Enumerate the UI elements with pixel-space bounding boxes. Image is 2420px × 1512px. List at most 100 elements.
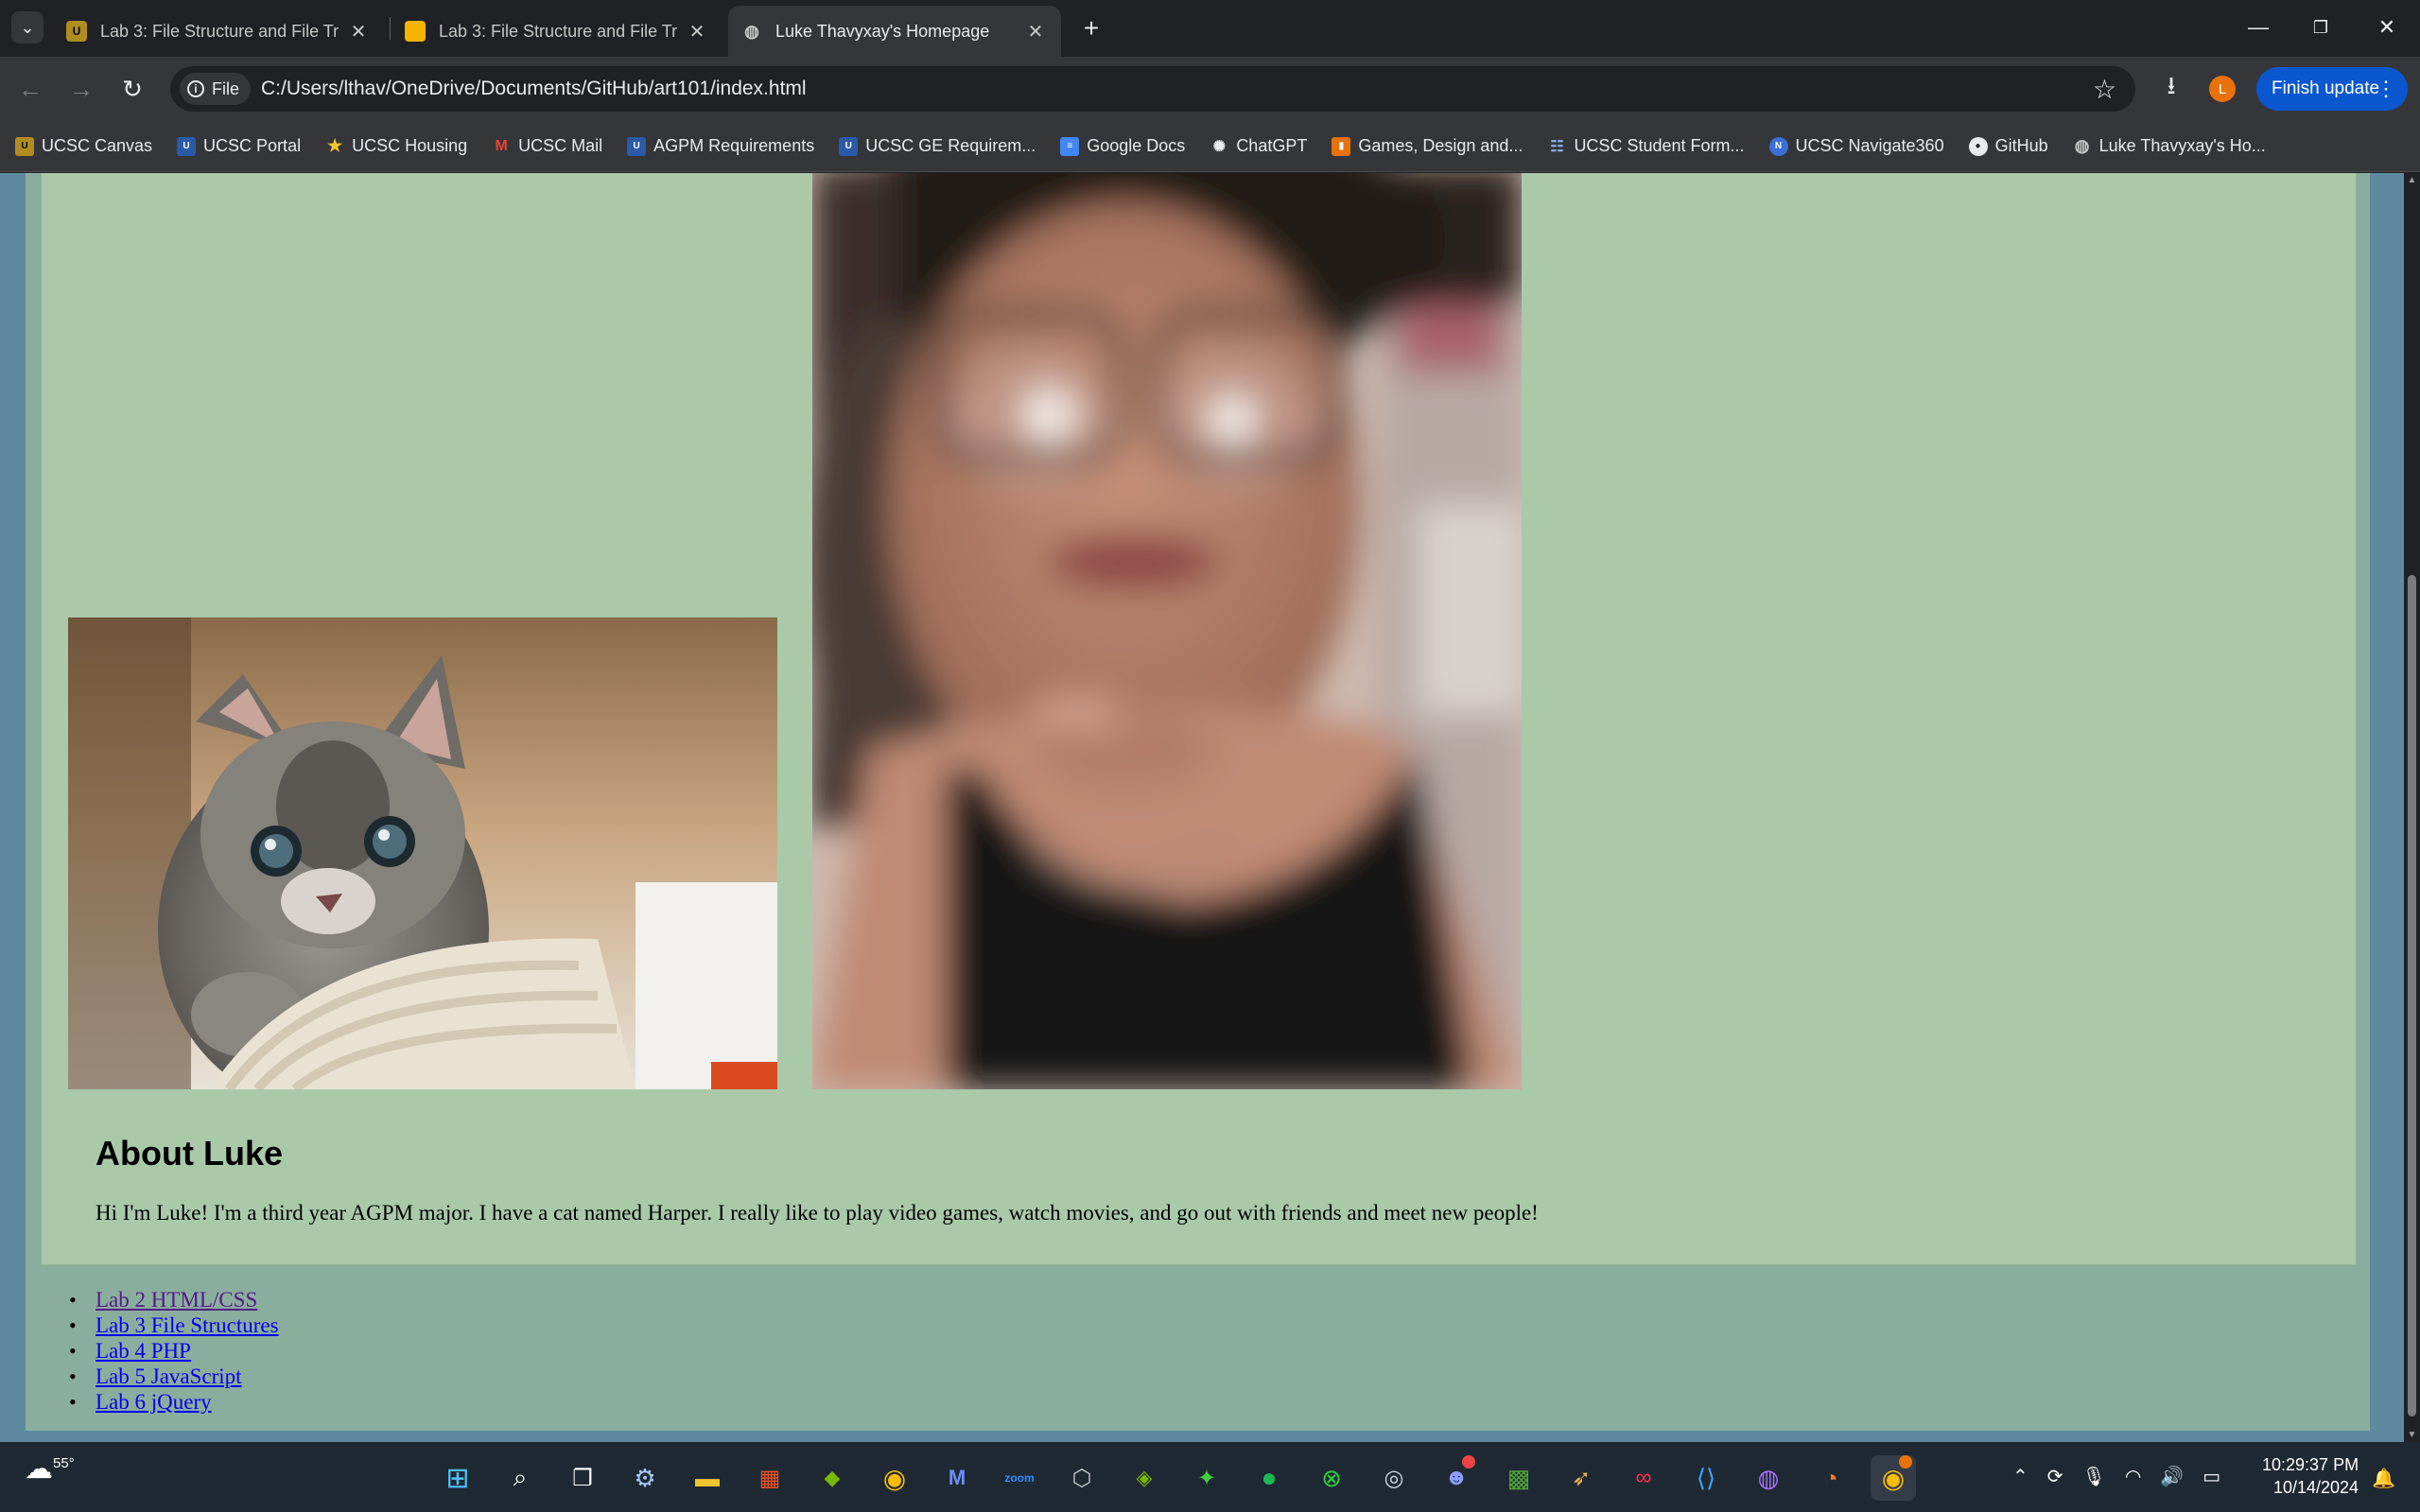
close-icon[interactable]: ✕ bbox=[685, 19, 709, 43]
bookmark-label: UCSC Portal bbox=[203, 136, 302, 155]
bookmark-ucsc-housing[interactable]: ★ UCSC Housing bbox=[325, 136, 467, 156]
back-button[interactable]: ← bbox=[11, 70, 49, 108]
bookmark-google-docs[interactable]: ≡ Google Docs bbox=[1060, 136, 1185, 156]
chrome-icon[interactable]: ◉ bbox=[872, 1455, 917, 1501]
scroll-up-icon[interactable]: ▲ bbox=[2404, 175, 2420, 185]
site-info-label: File bbox=[212, 78, 240, 98]
task-view-icon[interactable]: ❐ bbox=[560, 1455, 605, 1501]
bookmark-luke-homepage[interactable]: ◍ Luke Thavyxay's Ho... bbox=[2073, 136, 2266, 156]
address-bar[interactable]: i File C:/Users/lthav/OneDrive/Documents… bbox=[170, 66, 2135, 112]
tab-homepage[interactable]: ◍ Luke Thavyxay's Homepage ✕ bbox=[728, 6, 1061, 57]
bookmark-label: UCSC Navigate360 bbox=[1795, 136, 1944, 155]
kitten-photo bbox=[68, 617, 777, 1089]
restore-button[interactable]: ❐ bbox=[2292, 8, 2349, 47]
tab-lab3-canvas[interactable]: U Lab 3: File Structure and File Tra ✕ bbox=[53, 6, 384, 57]
clock-time: 10:29:37 PM bbox=[2262, 1455, 2359, 1474]
bookmark-ucsc-canvas[interactable]: U UCSC Canvas bbox=[15, 136, 152, 156]
ucsc-icon: U bbox=[627, 136, 647, 156]
link-lab3[interactable]: Lab 3 File Structures bbox=[96, 1313, 279, 1337]
github-desktop-icon[interactable]: ◍ bbox=[1746, 1455, 1791, 1501]
steam-icon[interactable]: ◎ bbox=[1371, 1455, 1417, 1501]
bookmark-label: GitHub bbox=[1994, 136, 2048, 155]
xbox-icon[interactable]: ⊗ bbox=[1309, 1455, 1354, 1501]
minecraft-icon[interactable]: ▩ bbox=[1496, 1455, 1541, 1501]
zoom-icon[interactable]: zoom bbox=[997, 1455, 1042, 1501]
tab-lab3-slides[interactable]: Lab 3: File Structure and File Tra ✕ bbox=[392, 6, 723, 57]
github-icon: ● bbox=[1968, 136, 1988, 156]
scroll-down-icon[interactable]: ▼ bbox=[2404, 1430, 2420, 1440]
content-card: About Luke Hi I'm Luke! I'm a third year… bbox=[41, 173, 2357, 1265]
info-icon: i bbox=[187, 80, 204, 97]
ucsc-icon: U bbox=[177, 136, 197, 156]
chrome-icon[interactable]: ◉ bbox=[1871, 1455, 1916, 1501]
notification-bell-icon[interactable]: 🔔 bbox=[2372, 1467, 2395, 1490]
scrollbar-thumb[interactable] bbox=[2408, 575, 2416, 1416]
profile-avatar[interactable]: L bbox=[2209, 76, 2236, 102]
link-lab4[interactable]: Lab 4 PHP bbox=[96, 1339, 191, 1363]
bookmark-label: ChatGPT bbox=[1236, 136, 1308, 155]
microsoft-store-icon[interactable]: ▦ bbox=[747, 1455, 792, 1501]
microphone-icon[interactable]: 🎙 bbox=[2082, 1465, 2106, 1488]
search-icon[interactable]: ⌕ bbox=[497, 1455, 543, 1501]
app-icon[interactable]: M bbox=[934, 1455, 980, 1501]
bookmark-ucsc-navigate360[interactable]: N UCSC Navigate360 bbox=[1768, 136, 1944, 156]
tab-search-button[interactable]: ⌄ bbox=[11, 11, 44, 43]
file-explorer-icon[interactable]: ▬ bbox=[685, 1455, 730, 1501]
blender-icon[interactable]: ◔ bbox=[1808, 1455, 1854, 1501]
geforce-icon[interactable]: ◈ bbox=[1122, 1455, 1167, 1501]
portrait-photo bbox=[812, 173, 1522, 1089]
minimize-button[interactable]: — bbox=[2230, 8, 2287, 47]
page-scrollbar[interactable]: ▲ ▼ bbox=[2404, 173, 2420, 1442]
vscode-icon[interactable]: ⟨⟩ bbox=[1683, 1455, 1729, 1501]
link-lab2[interactable]: Lab 2 HTML/CSS bbox=[96, 1288, 257, 1312]
bookmark-label: UCSC Housing bbox=[352, 136, 468, 155]
creative-cloud-icon[interactable]: ∞ bbox=[1621, 1455, 1666, 1501]
url-text[interactable]: C:/Users/lthav/OneDrive/Documents/GitHub… bbox=[261, 78, 807, 100]
clock[interactable]: 10:29:37 PM 10/14/2024 bbox=[2262, 1453, 2359, 1499]
bookmark-star-icon[interactable]: ☆ bbox=[2093, 74, 2116, 105]
tab-title: Lab 3: File Structure and File Tra bbox=[100, 21, 339, 41]
app-icon[interactable]: ➶ bbox=[1558, 1455, 1604, 1501]
settings-icon[interactable]: ⚙ bbox=[622, 1455, 668, 1501]
download-icon[interactable]: ⭳ bbox=[2154, 71, 2188, 106]
bookmark-label: AGPM Requirements bbox=[653, 136, 815, 155]
globe-icon: ◍ bbox=[2074, 136, 2090, 155]
close-icon[interactable]: ✕ bbox=[1023, 19, 1048, 43]
bookmark-chatgpt[interactable]: ✺ ChatGPT bbox=[1210, 136, 1308, 156]
chevron-up-icon[interactable]: ⌃ bbox=[2012, 1465, 2028, 1488]
discord-icon[interactable]: ☻ bbox=[1434, 1455, 1479, 1501]
bookmark-ucsc-mail[interactable]: M UCSC Mail bbox=[492, 136, 602, 156]
windows-start-icon[interactable]: ⊞ bbox=[435, 1455, 480, 1501]
windows-taskbar: ☁ 55° ⊞ ⌕ ❐ ⚙ ▬ ▦ ◆ ◉ M zoom ⬡ ◈ ✦ ● ⊗ ◎… bbox=[0, 1442, 2420, 1512]
unity-icon[interactable]: ⬡ bbox=[1059, 1455, 1105, 1501]
bookmark-github[interactable]: ● GitHub bbox=[1968, 136, 2048, 156]
battery-icon[interactable]: ▭ bbox=[2202, 1465, 2220, 1488]
nvidia-icon[interactable]: ◆ bbox=[810, 1455, 855, 1501]
app-icon[interactable]: ✦ bbox=[1184, 1455, 1229, 1501]
more-options-icon: ⋮ bbox=[2376, 77, 2396, 100]
bookmark-label: Google Docs bbox=[1087, 136, 1186, 155]
link-lab6[interactable]: Lab 6 jQuery bbox=[96, 1390, 212, 1414]
spotify-icon[interactable]: ● bbox=[1246, 1455, 1292, 1501]
tab-title: Lab 3: File Structure and File Tra bbox=[439, 21, 677, 41]
gmail-icon: M bbox=[495, 137, 508, 154]
reload-button[interactable]: ↻ bbox=[113, 70, 151, 108]
close-icon[interactable]: ✕ bbox=[346, 19, 371, 43]
finish-update-button[interactable]: Finish update ⋮ bbox=[2256, 67, 2408, 111]
volume-icon[interactable]: 🔊 bbox=[2160, 1465, 2184, 1488]
bookmark-label: Games, Design and... bbox=[1358, 136, 1523, 155]
bookmark-ucsc-student-form[interactable]: ☷ UCSC Student Form... bbox=[1547, 136, 1744, 156]
bookmark-agpm-requirements[interactable]: U AGPM Requirements bbox=[627, 136, 814, 156]
link-lab5[interactable]: Lab 5 JavaScript bbox=[96, 1364, 242, 1388]
weather-widget[interactable]: ☁ 55° bbox=[25, 1455, 75, 1484]
new-tab-button[interactable]: + bbox=[1076, 13, 1106, 43]
wifi-icon[interactable]: ◠ bbox=[2125, 1465, 2141, 1488]
bookmarks-bar: U UCSC Canvas U UCSC Portal ★ UCSC Housi… bbox=[0, 121, 2420, 172]
bookmark-ucsc-ge[interactable]: U UCSC GE Requirem... bbox=[839, 136, 1036, 156]
window-close-button[interactable]: ✕ bbox=[2359, 8, 2415, 47]
sync-icon[interactable]: ⟳ bbox=[2047, 1465, 2063, 1488]
site-info-chip[interactable]: i File bbox=[180, 73, 252, 105]
bookmark-games-design[interactable]: ▮ Games, Design and... bbox=[1332, 136, 1523, 156]
bookmark-ucsc-portal[interactable]: U UCSC Portal bbox=[177, 136, 301, 156]
forward-button[interactable]: → bbox=[62, 70, 100, 108]
